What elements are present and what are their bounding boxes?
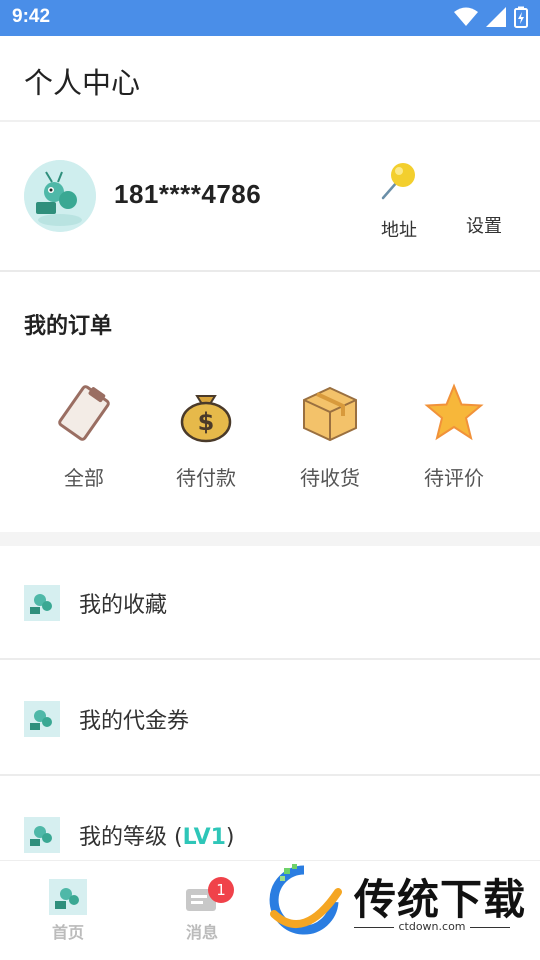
home-icon — [49, 879, 87, 915]
status-time: 9:42 — [12, 6, 51, 27]
order-all[interactable]: 全部 — [34, 382, 134, 491]
title-bar: 个人中心 — [0, 36, 540, 122]
star-icon — [424, 383, 484, 441]
menu-favorites-label: 我的收藏 — [79, 593, 168, 618]
menu-level-text: 我的等级 ( — [79, 825, 183, 850]
ant-mascot-icon — [24, 817, 60, 853]
watermark-text: 传统下载 — [354, 875, 527, 924]
pushpin-icon — [381, 163, 415, 200]
avatar[interactable] — [24, 160, 96, 232]
clipboard-icon — [58, 385, 110, 441]
menu-favorites[interactable]: 我的收藏 — [0, 546, 540, 660]
order-pending-review-label: 待评价 — [424, 466, 484, 490]
menu-vouchers[interactable]: 我的代金券 — [0, 662, 540, 776]
signal-icon — [486, 7, 506, 27]
menu-vouchers-label: 我的代金券 — [79, 709, 190, 734]
money-bag-icon: $ — [180, 395, 232, 443]
tab-home[interactable]: 首页 — [38, 879, 98, 943]
watermark-logo-icon — [269, 864, 342, 935]
ant-mascot-icon — [24, 701, 60, 737]
settings-label: 设置 — [466, 216, 502, 237]
address-label: 地址 — [381, 220, 417, 241]
package-box-icon — [303, 386, 357, 442]
order-pending-receipt[interactable]: 待收货 — [280, 382, 380, 491]
tab-messages[interactable]: 1 消息 — [172, 877, 234, 943]
status-bar: 9:42 — [0, 0, 540, 36]
watermark-url: ctdown.com — [354, 920, 510, 933]
profile-section: 181****4786 地址 设置 — [0, 124, 540, 272]
order-pending-review[interactable]: 待评价 — [404, 382, 504, 491]
ant-mascot-icon — [24, 160, 96, 232]
orders-title: 我的订单 — [24, 314, 113, 339]
ant-mascot-icon — [24, 585, 60, 621]
tab-home-label: 首页 — [51, 923, 84, 942]
level-badge: LV1 — [182, 825, 226, 850]
status-icons — [454, 6, 528, 28]
tab-messages-label: 消息 — [185, 923, 218, 942]
order-pending-payment[interactable]: $ 待付款 — [156, 382, 256, 491]
watermark: 传统下载 ctdown.com — [264, 862, 534, 938]
menu-level-suffix: ) — [225, 825, 235, 850]
menu-level-label: 我的等级 (LV1) — [79, 819, 235, 851]
wifi-icon — [454, 7, 478, 26]
svg-text:$: $ — [198, 408, 215, 436]
address-button[interactable]: 地址 — [376, 160, 422, 242]
orders-section: 我的订单 全部 $ 待付款 待收货 待评价 — [0, 274, 540, 532]
order-all-label: 全部 — [64, 466, 104, 490]
settings-button[interactable]: 设置 — [466, 212, 502, 238]
order-pending-payment-label: 待付款 — [176, 466, 236, 490]
section-divider — [0, 532, 540, 546]
page-title: 个人中心 — [24, 66, 141, 100]
order-pending-receipt-label: 待收货 — [300, 466, 360, 490]
phone-number: 181****4786 — [114, 179, 262, 209]
battery-icon — [514, 6, 528, 28]
message-count-badge: 1 — [208, 877, 234, 903]
